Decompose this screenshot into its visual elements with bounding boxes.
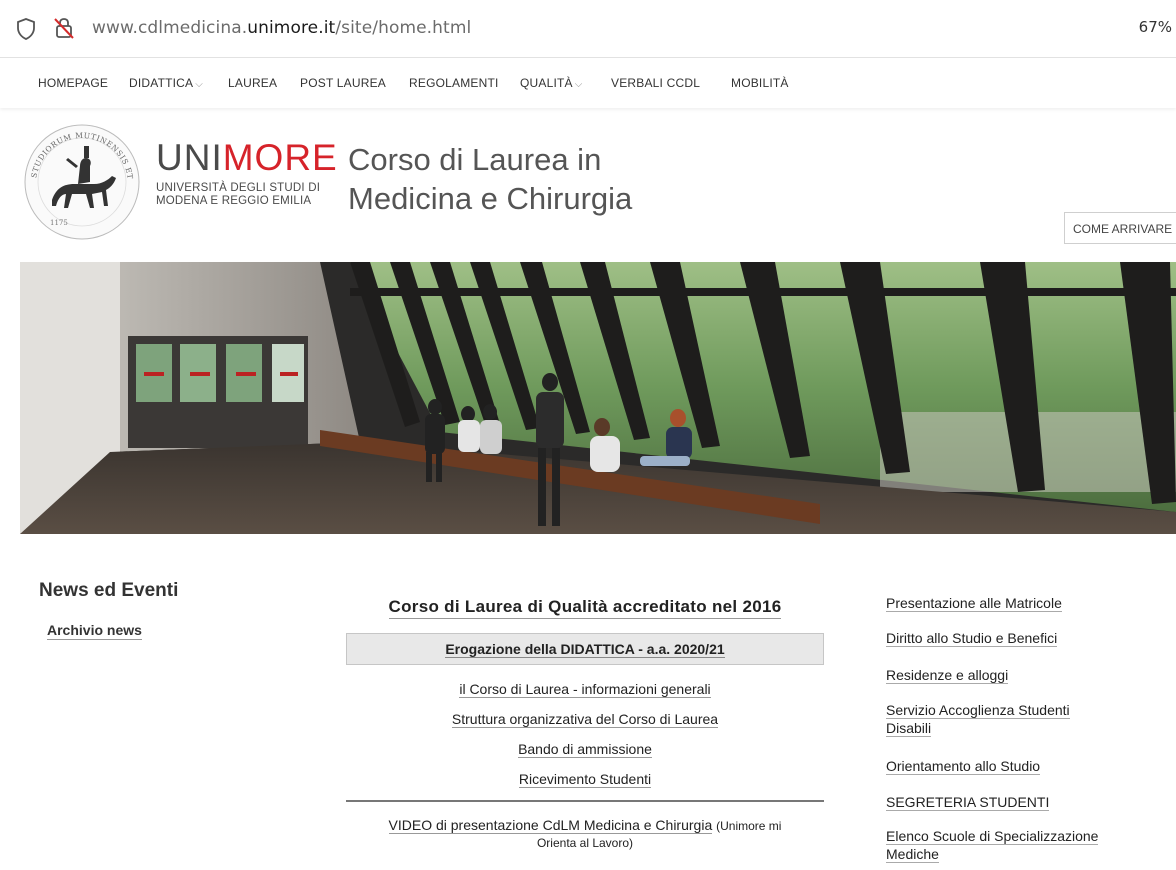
link-label: Diritto allo Studio e Benefici <box>886 630 1058 647</box>
seal-year: 1175 <box>50 219 68 227</box>
university-seal-logo[interactable]: STUDIORUM MUTINENSIS ET REGIENSIS 1175 <box>22 122 142 242</box>
link-label: Struttura organizzativa del Corso di Lau… <box>451 711 719 728</box>
url-prefix: www.cdlmedicina. <box>92 18 248 38</box>
course-title-line2: Medicina e Chirurgia <box>348 181 633 216</box>
bando-ammissione-link[interactable]: Bando di ammissione <box>346 740 824 758</box>
url-field[interactable]: www.cdlmedicina.unimore.it/site/home.htm… <box>92 18 471 38</box>
servizio-accoglienza-link[interactable]: Servizio Accoglienza Studenti Disabili <box>886 701 1070 737</box>
nav-label: REGOLAMENTI <box>409 76 499 90</box>
nav-label: DIDATTICA <box>129 76 194 90</box>
nav-label: HOMEPAGE <box>38 76 109 90</box>
residenze-alloggi-link[interactable]: Residenze e alloggi <box>886 666 1009 684</box>
orientamento-studio-link[interactable]: Orientamento allo Studio <box>886 757 1041 775</box>
nav-regolamenti[interactable]: REGOLAMENTI <box>409 76 499 90</box>
nav-didattica[interactable]: DIDATTICA ⌵ <box>129 76 203 90</box>
zoom-indicator[interactable]: 67% <box>1139 18 1172 36</box>
nav-post-laurea[interactable]: POST LAUREA <box>300 76 386 90</box>
link-label: Orientamento allo Studio <box>886 758 1041 775</box>
center-column: Corso di Laurea di Qualità accreditato n… <box>346 596 824 851</box>
browser-url-bar: www.cdlmedicina.unimore.it/site/home.htm… <box>0 0 1176 58</box>
qualita-link[interactable]: Corso di Laurea di Qualità accreditato n… <box>388 596 782 619</box>
video-note-2: Orienta al Lavoro) <box>536 836 634 850</box>
brand-part-more: MORE <box>222 137 338 178</box>
info-generali-link[interactable]: il Corso di Laurea - informazioni genera… <box>346 680 824 698</box>
struttura-organizzativa-link[interactable]: Struttura organizzativa del Corso di Lau… <box>346 710 824 728</box>
didattica-link[interactable]: Erogazione della DIDATTICA - a.a. 2020/2… <box>445 641 725 658</box>
hero-image <box>20 262 1176 534</box>
link-label: Elenco Scuole di Specializzazione <box>886 828 1099 845</box>
didattica-box[interactable]: Erogazione della DIDATTICA - a.a. 2020/2… <box>346 633 824 665</box>
presentazione-matricole-link[interactable]: Presentazione alle Matricole <box>886 594 1062 612</box>
nav-mobilita[interactable]: MOBILITÀ <box>731 76 789 90</box>
insecure-lock-icon[interactable] <box>52 16 76 40</box>
ricevimento-studenti-link[interactable]: Ricevimento Studenti <box>346 770 824 788</box>
course-title-line1: Corso di Laurea in <box>348 142 602 177</box>
url-path: /site/home.html <box>335 18 472 38</box>
link-label: Ricevimento Studenti <box>518 771 652 788</box>
news-section-title: News ed Eventi <box>39 580 179 601</box>
divider <box>346 800 824 802</box>
scuole-specializzazione-link[interactable]: Elenco Scuole di Specializzazione Mediche <box>886 827 1099 863</box>
brand-subtitle: UNIVERSITÀ DEGLI STUDI DI MODENA E REGGI… <box>156 182 338 208</box>
nav-label: LAUREA <box>228 76 278 90</box>
archivio-news-link[interactable]: Archivio news <box>47 622 142 640</box>
nav-label: MOBILITÀ <box>731 76 789 90</box>
course-title: Corso di Laurea in Medicina e Chirurgia <box>348 140 632 218</box>
url-host: unimore.it <box>247 18 336 38</box>
brand-part-uni: UNI <box>156 137 223 178</box>
link-label: il Corso di Laurea - informazioni genera… <box>459 681 711 698</box>
brand-sub-line2: MODENA E REGGIO EMILIA <box>156 195 312 207</box>
unimore-logo[interactable]: UNIMORE UNIVERSITÀ DEGLI STUDI DI MODENA… <box>156 138 338 208</box>
link-label: Presentazione alle Matricole <box>886 595 1062 612</box>
link-label-line2: Mediche <box>886 846 939 863</box>
video-presentazione: VIDEO di presentazione CdLM Medicina e C… <box>346 817 824 851</box>
video-presentazione-link[interactable]: VIDEO di presentazione CdLM Medicina e C… <box>388 817 713 834</box>
chevron-down-icon: ⌵ <box>574 79 583 90</box>
link-label: SEGRETERIA STUDENTI <box>886 794 1050 811</box>
link-label: Servizio Accoglienza Studenti <box>886 702 1070 719</box>
link-label-line2: Disabili <box>886 720 932 737</box>
nav-label: VERBALI CCDL <box>611 76 701 90</box>
segreteria-studenti-link[interactable]: SEGRETERIA STUDENTI <box>886 793 1050 811</box>
nav-verbali-ccdl[interactable]: VERBALI CCDL <box>611 76 700 90</box>
link-label: Residenze e alloggi <box>886 667 1009 684</box>
shield-icon[interactable] <box>16 18 36 40</box>
brand-sub-line1: UNIVERSITÀ DEGLI STUDI DI <box>156 182 321 194</box>
nav-label: POST LAUREA <box>300 76 387 90</box>
nav-label: QUALITÀ <box>520 76 573 90</box>
link-label: Bando di ammissione <box>518 741 652 758</box>
site-nav: HOMEPAGE DIDATTICA ⌵ LAUREA POST LAUREA R… <box>0 58 1176 108</box>
chevron-down-icon: ⌵ <box>195 79 204 90</box>
nav-homepage[interactable]: HOMEPAGE <box>38 76 108 90</box>
diritto-studio-link[interactable]: Diritto allo Studio e Benefici <box>886 629 1058 647</box>
come-arrivare-button[interactable]: COME ARRIVARE <box>1064 212 1176 244</box>
nav-laurea[interactable]: LAUREA <box>228 76 277 90</box>
brand-name: UNIMORE <box>156 138 338 178</box>
nav-qualita[interactable]: QUALITÀ ⌵ <box>520 76 583 90</box>
video-note: (Unimore mi <box>716 819 782 833</box>
